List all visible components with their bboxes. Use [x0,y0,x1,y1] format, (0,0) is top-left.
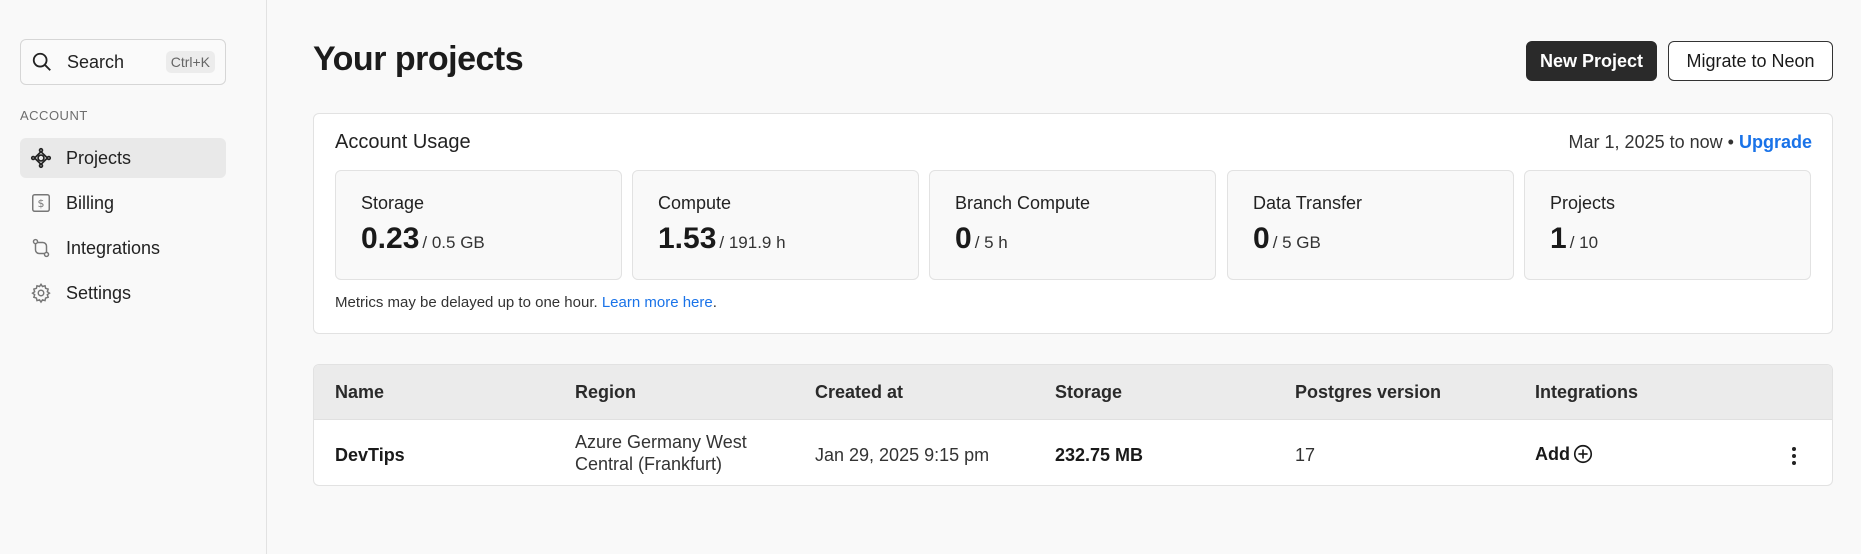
add-integration-label: Add [1535,443,1570,464]
integrations-icon [32,238,50,258]
region-line: Azure Germany West [575,432,747,452]
metric-limit: / 191.9 h [719,233,786,252]
search-icon [32,52,51,71]
usage-note-end: . [712,294,717,311]
metric-label: Projects [1550,193,1616,213]
metric-value: 1 [1550,222,1567,255]
column-header-region: Region [575,382,636,402]
project-storage: 232.75 MB [1055,445,1144,465]
metric-limit: / 0.5 GB [422,233,485,252]
metric-value: 0 [955,222,972,255]
metric-projects: Projects 1/ 10 [1524,170,1811,280]
add-integration-button[interactable]: Add [1535,443,1594,465]
sidebar-item-label: Integrations [66,237,161,258]
migrate-to-neon-button[interactable]: Migrate to Neon [1668,41,1833,81]
sidebar-item-settings[interactable]: Settings [20,273,226,313]
table-header: Name Region Created at Storage Postgres … [314,365,1832,420]
metric-storage: Storage 0.23/ 0.5 GB [335,170,622,280]
metric-compute: Compute 1.53/ 191.9 h [632,170,919,280]
column-header-storage: Storage [1055,382,1123,402]
projects-table: Name Region Created at Storage Postgres … [313,364,1833,486]
region-line: Central (Frankfurt) [575,454,723,474]
projects-icon [30,147,52,169]
usage-range-separator: • [1727,132,1734,152]
metric-value: 1.53 [658,222,717,255]
sidebar-item-label: Settings [66,282,132,303]
project-region: Azure Germany West Central (Frankfurt) [575,431,747,475]
column-header-integrations: Integrations [1535,382,1639,402]
learn-more-link[interactable]: Learn more here [602,294,713,311]
metric-label: Compute [658,193,732,213]
search-button[interactable]: Search Ctrl+K [20,39,226,85]
gear-icon [31,282,51,304]
page-title: Your projects [313,40,524,78]
more-options-icon[interactable] [1782,444,1806,468]
search-shortcut: Ctrl+K [165,51,215,73]
metric-label: Data Transfer [1253,193,1363,213]
plus-circle-icon [1573,444,1593,464]
usage-range: Mar 1, 2025 to now • Upgrade [1569,132,1812,153]
sidebar-item-label: Billing [66,192,115,213]
project-postgres-version: 17 [1295,445,1316,465]
sidebar-item-billing[interactable]: $ Billing [20,183,226,223]
new-project-button[interactable]: New Project [1526,41,1657,81]
column-header-name: Name [335,382,385,402]
svg-text:$: $ [38,197,45,210]
metric-label: Storage [361,193,425,213]
metric-label: Branch Compute [955,193,1091,213]
metric-value: 0 [1253,222,1270,255]
usage-note-text: Metrics may be delayed up to one hour. [335,294,598,311]
sidebar: Search Ctrl+K ACCOUNT Projects $ Billing… [0,0,267,554]
usage-range-text: Mar 1, 2025 to now [1568,132,1723,152]
column-header-created-at: Created at [815,382,904,402]
column-header-postgres-version: Postgres version [1295,382,1442,402]
metric-limit: / 5 h [974,233,1008,252]
metric-value: 0.23 [361,222,420,255]
sidebar-item-label: Projects [66,147,132,168]
search-label: Search [67,51,125,72]
project-name-link[interactable]: DevTips [335,445,405,466]
upgrade-link[interactable]: Upgrade [1739,132,1812,152]
sidebar-item-projects[interactable]: Projects [20,138,226,178]
metric-limit: / 10 [1569,233,1599,252]
usage-note: Metrics may be delayed up to one hour. L… [335,294,717,311]
billing-icon: $ [32,194,50,212]
project-created-at: Jan 29, 2025 9:15 pm [815,445,990,465]
sidebar-item-integrations[interactable]: Integrations [20,228,226,268]
metric-branch-compute: Branch Compute 0/ 5 h [929,170,1216,280]
account-section-label: ACCOUNT [20,108,88,123]
metric-limit: / 5 GB [1272,233,1321,252]
usage-title: Account Usage [335,131,471,153]
account-usage-card: Account Usage Mar 1, 2025 to now • Upgra… [313,113,1833,334]
metric-data-transfer: Data Transfer 0/ 5 GB [1227,170,1514,280]
